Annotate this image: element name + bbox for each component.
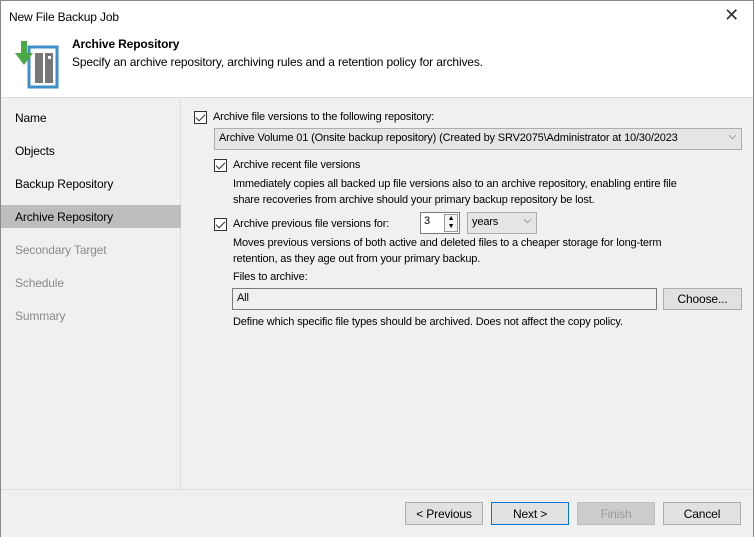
repository-select[interactable]: Archive Volume 01 (Onsite backup reposit… [214,128,742,150]
sidebar-item-name[interactable]: Name [1,106,181,129]
files-to-archive-value: All [237,292,249,304]
files-to-archive-label: Files to archive: [233,271,308,283]
finish-button: Finish [577,502,655,525]
previous-button[interactable]: < Previous [405,502,483,525]
spinner-arrows-icon[interactable]: ▲ ▼ [444,214,458,232]
files-to-archive-input[interactable]: All [232,288,657,310]
files-desc: Define which specific file types should … [233,316,623,328]
header: Archive Repository Specify an archive re… [1,33,753,98]
retention-value: 3 [424,215,430,227]
recent-desc-2: share recoveries from archive should you… [233,194,595,206]
chevron-down-icon: ⌵ [725,131,736,142]
next-button[interactable]: Next > [491,502,569,525]
sidebar: Name Objects Backup Repository Archive R… [1,99,181,489]
sidebar-item-archive-repository[interactable]: Archive Repository [1,205,181,228]
cancel-button[interactable]: Cancel [663,502,741,525]
archive-to-repo-label: Archive file versions to the following r… [213,111,435,123]
page-title: Archive Repository [72,37,180,51]
sidebar-item-secondary-target: Secondary Target [15,243,107,257]
previous-desc-1: Moves previous versions of both active a… [233,237,662,249]
repository-value: Archive Volume 01 (Onsite backup reposit… [219,132,678,144]
retention-unit-select[interactable]: years ⌵ [467,212,537,234]
previous-versions-label: Archive previous file versions for: [233,218,390,230]
main-panel: Archive file versions to the following r… [182,99,753,489]
close-icon[interactable]: ✕ [724,5,739,26]
archive-to-repo-checkbox[interactable] [194,111,207,124]
recent-versions-label: Archive recent file versions [233,159,361,171]
previous-desc-2: retention, as they age out from your pri… [233,253,481,265]
recent-desc-1: Immediately copies all backed up file ve… [233,178,677,190]
chevron-down-icon: ⌵ [523,215,532,226]
recent-versions-checkbox[interactable] [214,159,227,172]
retention-unit-value: years [472,216,499,228]
sidebar-item-summary: Summary [15,309,66,323]
page-subtitle: Specify an archive repository, archiving… [72,55,483,69]
archive-repository-icon [15,41,59,89]
sidebar-item-backup-repository[interactable]: Backup Repository [1,172,181,195]
dialog-window: New File Backup Job ✕ Archive Repository… [0,0,754,537]
choose-button[interactable]: Choose... [663,288,742,310]
footer: < Previous Next > Finish Cancel [1,489,753,537]
sidebar-item-schedule: Schedule [15,276,64,290]
title-bar: New File Backup Job ✕ [1,1,753,33]
previous-versions-checkbox[interactable] [214,218,227,231]
window-title: New File Backup Job [9,10,119,24]
sidebar-item-objects[interactable]: Objects [1,139,181,162]
